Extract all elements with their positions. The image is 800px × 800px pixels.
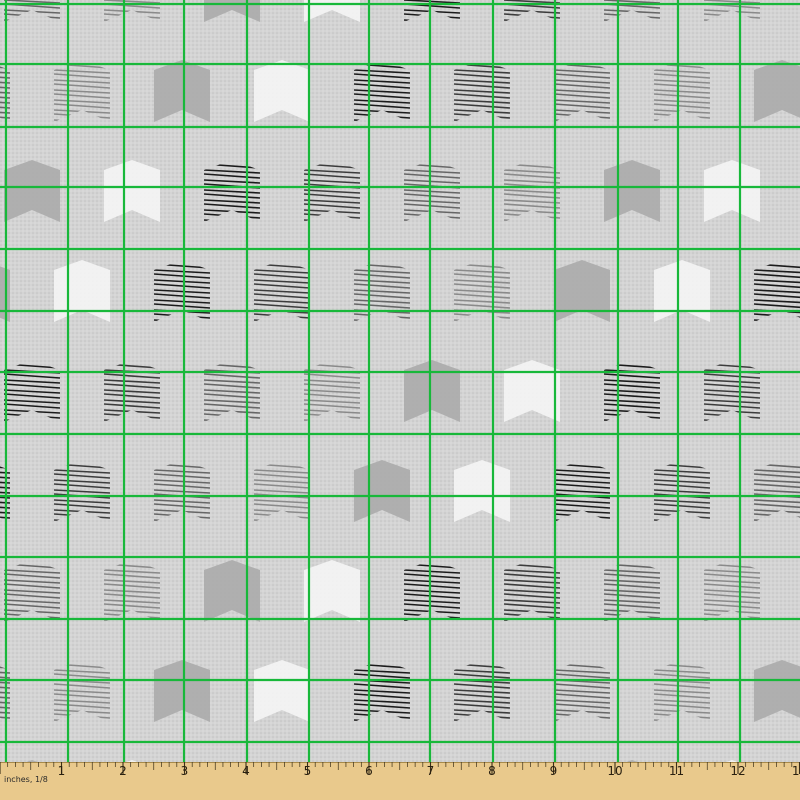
ruler-number: 5	[304, 764, 312, 778]
ruler-number: 12	[730, 764, 745, 778]
ruler-number: 6	[365, 764, 373, 778]
ruler-number: 4	[242, 764, 250, 778]
ruler-number: 13	[792, 764, 800, 778]
fabric-pattern	[0, 0, 800, 762]
ruler-number: 2	[119, 764, 127, 778]
ruler-number: 11	[669, 764, 684, 778]
ruler: 12345678910111213 inches, 1/8	[0, 762, 800, 800]
ruler-scale: 12345678910111213	[0, 762, 800, 800]
ruler-number: 7	[427, 764, 435, 778]
ruler-number: 10	[607, 764, 622, 778]
fabric-swatch-view: 12345678910111213 inches, 1/8	[0, 0, 800, 800]
ruler-unit-label: inches, 1/8	[4, 775, 48, 784]
ruler-number: 9	[550, 764, 558, 778]
ruler-number: 1	[58, 764, 66, 778]
ruler-number: 8	[488, 764, 496, 778]
ruler-number: 3	[181, 764, 189, 778]
